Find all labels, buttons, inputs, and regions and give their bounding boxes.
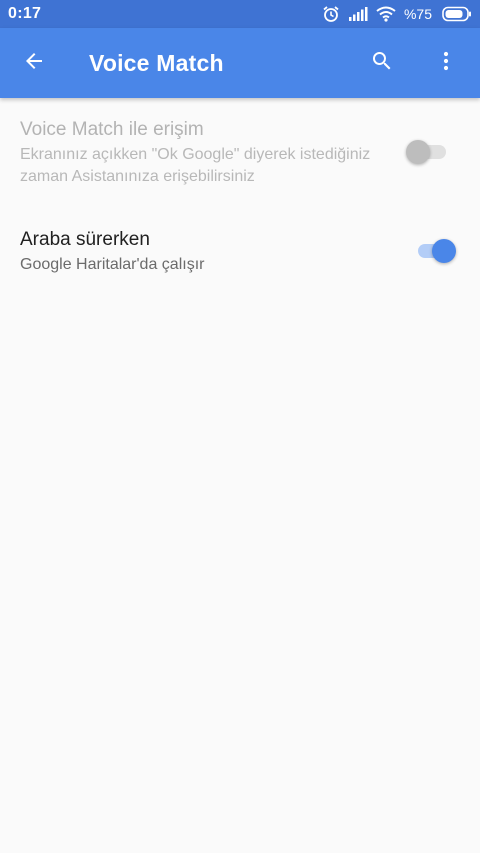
battery-icon <box>442 6 472 22</box>
toggle-thumb <box>406 140 430 164</box>
setting-while-driving[interactable]: Araba sürerken Google Haritalar'da çalış… <box>0 228 480 284</box>
setting-subtitle: Google Haritalar'da çalışır <box>20 256 205 273</box>
setting-subtitle: Ekranınız açıkken "Ok Google" diyerek is… <box>20 146 371 185</box>
battery-percent: %75 <box>403 6 432 22</box>
app-bar: Voice Match <box>0 28 480 98</box>
wifi-icon <box>376 6 396 22</box>
signal-icon <box>348 6 368 22</box>
alarm-icon <box>322 5 340 23</box>
more-options-button[interactable] <box>422 39 470 87</box>
voice-match-access-toggle[interactable] <box>406 137 450 167</box>
page-title: Voice Match <box>89 49 224 76</box>
status-bar: 0:17 %75 <box>0 0 480 28</box>
search-button[interactable] <box>358 39 406 87</box>
status-icons: %75 <box>322 5 472 23</box>
toggle-thumb <box>432 239 456 263</box>
setting-title: Araba sürerken <box>20 229 150 250</box>
more-vertical-icon <box>434 49 458 78</box>
setting-text: Araba sürerken Google Haritalar'da çalış… <box>20 228 390 276</box>
search-icon <box>370 49 394 78</box>
back-button[interactable] <box>10 39 58 87</box>
status-time: 0:17 <box>8 5 42 22</box>
setting-text: Voice Match ile erişim Ekranınız açıkken… <box>20 118 390 188</box>
setting-title: Voice Match ile erişim <box>20 119 204 140</box>
arrow-back-icon <box>22 49 46 78</box>
while-driving-toggle[interactable] <box>414 236 458 266</box>
